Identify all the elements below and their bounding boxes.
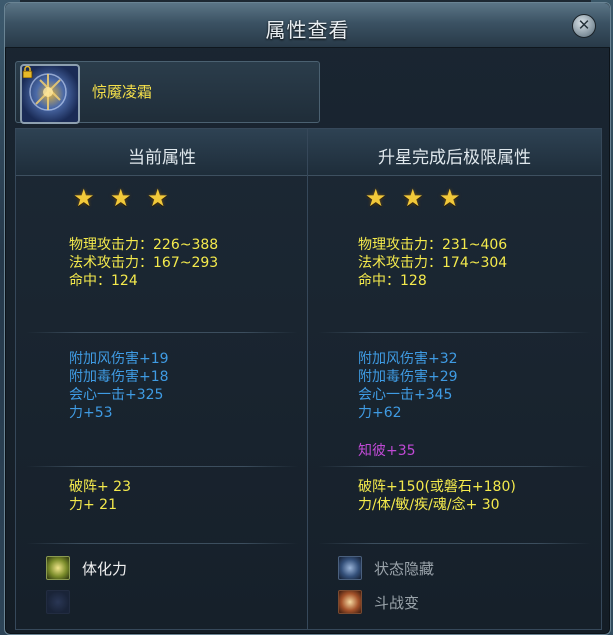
max-attributes-title: 升星完成后极限属性 bbox=[378, 148, 531, 168]
physical-attack-stat: 物理攻击力：226~388 bbox=[69, 237, 219, 253]
skill-label: 斗战变 bbox=[374, 594, 420, 612]
physical-attack-stat: 物理攻击力：231~406 bbox=[358, 237, 508, 253]
current-attributes-header: 当前属性 bbox=[16, 129, 308, 176]
star-icon: ★ bbox=[147, 184, 169, 212]
divider bbox=[318, 543, 591, 544]
hit-stat: 命中：128 bbox=[358, 273, 427, 289]
close-button[interactable]: ✕ bbox=[572, 14, 596, 38]
max-attributes-panel: 升星完成后极限属性 ★ ★ ★ 物理攻击力：231~406 法术攻击力：174~30… bbox=[307, 128, 602, 630]
magic-attack-stat: 法术攻击力：174~304 bbox=[358, 255, 508, 271]
extra-stat: 力/体/敏/疾/魂/念+ 30 bbox=[358, 497, 500, 513]
extra-stat: 力+ 21 bbox=[69, 497, 117, 513]
bonus-stat: 附加风伤害+19 bbox=[69, 351, 169, 367]
special-stat: 知彼+35 bbox=[358, 443, 416, 459]
lock-icon bbox=[22, 66, 33, 78]
hit-stat: 命中：124 bbox=[69, 273, 138, 289]
bonus-stat: 力+62 bbox=[358, 405, 402, 421]
star-rating: ★ ★ ★ bbox=[73, 185, 184, 211]
title-bar[interactable]: 属性查看 ✕ bbox=[5, 3, 610, 48]
item-name: 惊魇凌霜 bbox=[92, 83, 153, 101]
empty-skill-icon[interactable] bbox=[46, 590, 70, 614]
skill-label: 状态隐藏 bbox=[374, 560, 435, 578]
item-icon[interactable] bbox=[20, 64, 80, 124]
battle-transform-skill-icon[interactable] bbox=[338, 590, 362, 614]
star-icon: ★ bbox=[402, 184, 424, 212]
bonus-stat: 附加毒伤害+18 bbox=[69, 369, 169, 385]
window-title: 属性查看 bbox=[265, 18, 350, 42]
current-attributes-title: 当前属性 bbox=[128, 148, 196, 168]
skill-label: 体化力 bbox=[82, 560, 128, 578]
attribute-view-window: 属性查看 ✕ 惊魇凌霜 当前属性 ★ ★ ★ 物理攻击力：226~388 法术攻击力… bbox=[4, 2, 611, 635]
max-attributes-header: 升星完成后极限属性 bbox=[308, 129, 601, 176]
bonus-stat: 附加风伤害+32 bbox=[358, 351, 458, 367]
star-icon: ★ bbox=[110, 184, 132, 212]
bonus-stat: 会心一击+325 bbox=[69, 387, 164, 403]
divider bbox=[26, 466, 298, 467]
star-icon: ★ bbox=[439, 184, 461, 212]
bonus-stat: 会心一击+345 bbox=[358, 387, 453, 403]
star-rating: ★ ★ ★ bbox=[365, 185, 476, 211]
item-header: 惊魇凌霜 bbox=[15, 61, 320, 124]
bonus-stat: 附加毒伤害+29 bbox=[358, 369, 458, 385]
current-attributes-panel: 当前属性 ★ ★ ★ 物理攻击力：226~388 法术攻击力：167~293 命中：… bbox=[15, 128, 309, 630]
strength-skill-icon[interactable] bbox=[46, 556, 70, 580]
bonus-stat: 力+53 bbox=[69, 405, 113, 421]
divider bbox=[26, 332, 298, 333]
star-icon: ★ bbox=[73, 184, 95, 212]
stealth-skill-icon[interactable] bbox=[338, 556, 362, 580]
divider bbox=[318, 466, 591, 467]
extra-stat: 破阵+150(或磐石+180) bbox=[358, 479, 516, 495]
magic-attack-stat: 法术攻击力：167~293 bbox=[69, 255, 219, 271]
divider bbox=[26, 543, 298, 544]
extra-stat: 破阵+ 23 bbox=[69, 479, 131, 495]
star-icon: ★ bbox=[365, 184, 387, 212]
divider bbox=[318, 332, 591, 333]
